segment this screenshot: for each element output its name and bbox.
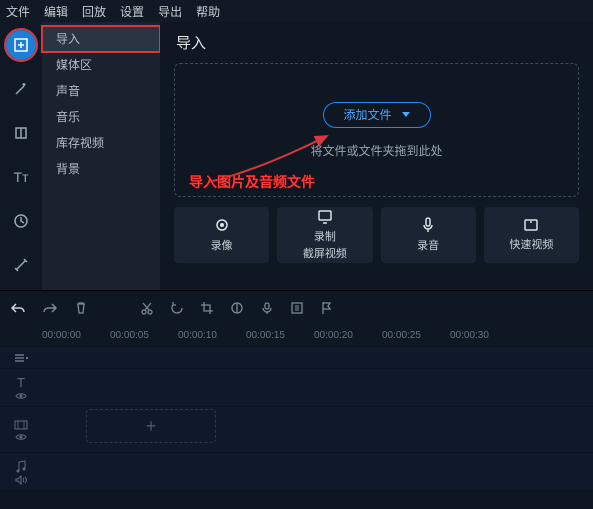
- ruler-mark: 00:00:15: [246, 330, 314, 341]
- crop-tool-icon: [200, 301, 214, 315]
- drop-hint: 将文件或文件夹拖到此处: [310, 142, 442, 159]
- ruler-mark: 00:00:25: [382, 330, 450, 341]
- marker-button[interactable]: [320, 301, 332, 315]
- menu-settings[interactable]: 设置: [120, 3, 144, 20]
- add-clip-placeholder[interactable]: +: [86, 409, 216, 443]
- menu-playback[interactable]: 回放: [82, 3, 106, 20]
- track-text-head: T: [0, 375, 42, 400]
- tool-import[interactable]: [6, 30, 36, 60]
- video-icon: [523, 218, 539, 232]
- ruler-mark: 00:00:05: [110, 330, 178, 341]
- ruler-mark: 00:00:30: [450, 330, 518, 341]
- track-add: [0, 346, 593, 368]
- rotate-button[interactable]: [170, 301, 184, 315]
- properties-icon: [290, 301, 304, 315]
- card-quick-video[interactable]: 快速视频: [484, 207, 579, 263]
- scissors-icon: [140, 301, 154, 315]
- ruler-mark: 00:00:00: [42, 330, 110, 341]
- card-label-l1: 录制: [314, 228, 336, 244]
- sidebar-item-bg[interactable]: 背景: [42, 156, 160, 182]
- add-track-head-icon[interactable]: [0, 352, 42, 364]
- redo-button[interactable]: [42, 301, 58, 315]
- screen-icon: [317, 210, 333, 224]
- eye-icon[interactable]: [15, 392, 27, 400]
- content-panel: 导入 添加文件 将文件或文件夹拖到此处 导入图片及音频文件 录像 录制 截屏视频: [160, 22, 593, 290]
- track-text[interactable]: T: [0, 368, 593, 406]
- clock-icon: [13, 213, 29, 229]
- tool-crop[interactable]: [6, 118, 36, 148]
- record-button[interactable]: [260, 301, 274, 315]
- sidebar-item-sound[interactable]: 声音: [42, 78, 160, 104]
- main-area: Tт 导入 媒体区 声音 音乐 库存视频 背景 导入 添加文件 将文件或文件夹拖…: [0, 22, 593, 290]
- properties-button[interactable]: [290, 301, 304, 315]
- annotation-text: 导入图片及音频文件: [189, 172, 315, 192]
- crop-icon: [13, 125, 29, 141]
- timeline-ruler[interactable]: 00:00:00 00:00:05 00:00:10 00:00:15 00:0…: [0, 324, 593, 346]
- timeline-tracks: T +: [0, 346, 593, 490]
- content-title: 导入: [176, 32, 579, 53]
- menu-edit[interactable]: 编辑: [44, 3, 68, 20]
- side-panel: 导入 媒体区 声音 音乐 库存视频 背景: [42, 22, 160, 290]
- drop-zone[interactable]: 添加文件 将文件或文件夹拖到此处 导入图片及音频文件: [174, 63, 579, 197]
- undo-button[interactable]: [10, 301, 26, 315]
- tool-clock[interactable]: [6, 206, 36, 236]
- redo-icon: [42, 301, 58, 315]
- card-label: 录音: [417, 237, 439, 253]
- chevron-down-icon: [402, 112, 410, 117]
- rotate-icon: [170, 301, 184, 315]
- sidebar-item-music[interactable]: 音乐: [42, 104, 160, 130]
- color-button[interactable]: [230, 301, 244, 315]
- camera-icon: [214, 217, 230, 233]
- card-record-screen[interactable]: 录制 截屏视频: [277, 207, 372, 263]
- menu-help[interactable]: 帮助: [196, 3, 220, 20]
- card-record-camera[interactable]: 录像: [174, 207, 269, 263]
- sidebar-item-stock[interactable]: 库存视频: [42, 130, 160, 156]
- timeline-toolbar: [0, 290, 593, 324]
- tool-text[interactable]: Tт: [6, 162, 36, 192]
- tool-magic[interactable]: [6, 74, 36, 104]
- sidebar-item-media[interactable]: 媒体区: [42, 52, 160, 78]
- video-track-icon: [14, 419, 28, 431]
- tool-rail: Tт: [0, 22, 42, 290]
- add-files-button[interactable]: 添加文件: [323, 102, 431, 128]
- flag-icon: [320, 301, 332, 315]
- magic-wand-icon: [13, 81, 29, 97]
- tools-icon: [13, 257, 29, 273]
- add-files-label: 添加文件: [343, 106, 391, 123]
- action-cards: 录像 录制 截屏视频 录音 快速视频: [174, 207, 579, 263]
- music-track-icon: [15, 459, 27, 473]
- track-video-head: [0, 419, 42, 441]
- card-label: 快速视频: [509, 236, 553, 252]
- tool-tools[interactable]: [6, 250, 36, 280]
- undo-icon: [10, 301, 26, 315]
- card-record-audio[interactable]: 录音: [381, 207, 476, 263]
- menu-export[interactable]: 导出: [158, 3, 182, 20]
- menu-bar: 文件 编辑 回放 设置 导出 帮助: [0, 0, 593, 22]
- speaker-icon[interactable]: [15, 475, 27, 485]
- eye-icon[interactable]: [15, 433, 27, 441]
- track-audio-head: [0, 459, 42, 485]
- adjust-icon: [230, 301, 244, 315]
- text-track-icon: T: [17, 375, 25, 390]
- track-video[interactable]: +: [0, 406, 593, 452]
- delete-button[interactable]: [74, 301, 88, 315]
- card-label-l2: 截屏视频: [303, 245, 347, 261]
- card-label: 录像: [211, 237, 233, 253]
- cut-button[interactable]: [140, 301, 154, 315]
- menu-file[interactable]: 文件: [6, 3, 30, 20]
- microphone-icon: [260, 301, 274, 315]
- ruler-mark: 00:00:10: [178, 330, 246, 341]
- ruler-mark: 00:00:20: [314, 330, 382, 341]
- trash-icon: [74, 301, 88, 315]
- plus-file-icon: [13, 37, 29, 53]
- sidebar-item-import[interactable]: 导入: [42, 26, 160, 52]
- crop-button[interactable]: [200, 301, 214, 315]
- track-audio[interactable]: [0, 452, 593, 490]
- mic-icon: [421, 217, 435, 233]
